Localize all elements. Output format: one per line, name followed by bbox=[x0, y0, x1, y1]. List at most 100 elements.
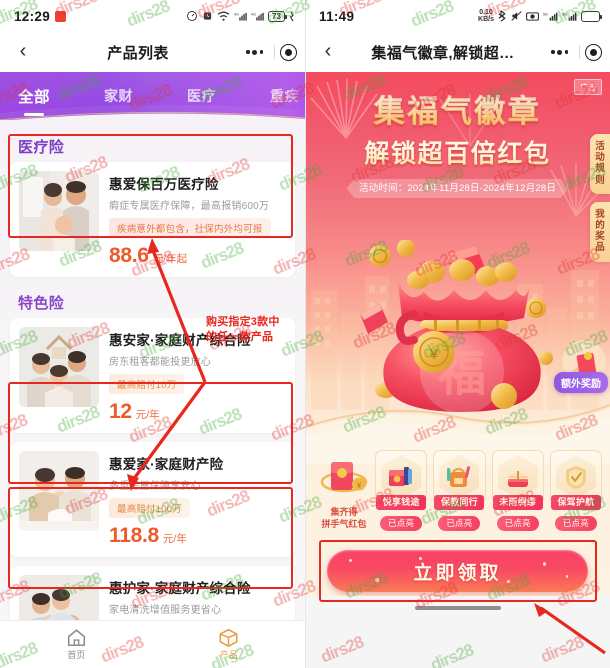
wifi-icon bbox=[217, 11, 230, 21]
sparkle-icon bbox=[542, 562, 546, 566]
product-card-huianjia[interactable]: 惠安家·家庭财产综合险 房东租客都能投更放心 最高赔付10万 12 元/年 bbox=[10, 318, 295, 433]
svg-text:¥: ¥ bbox=[356, 481, 362, 490]
tab-all[interactable]: 全部 bbox=[18, 85, 50, 107]
product-desc: 家电清洗增值服务更省心 bbox=[109, 605, 222, 616]
bottom-tab-product[interactable]: 产品 bbox=[153, 628, 306, 661]
hero-title: 集福气徽章 解锁超百倍红包 bbox=[305, 72, 610, 170]
badge-item[interactable]: 保教同行 已点亮 bbox=[433, 450, 486, 531]
badge-name: 保驾护航 bbox=[550, 495, 601, 510]
claim-now-button[interactable]: 立即领取 bbox=[327, 550, 588, 592]
umbrella-bowl-icon bbox=[506, 471, 529, 487]
bottom-tab-home[interactable]: 首页 bbox=[0, 628, 153, 661]
money-bag-illustration: 福 ¥ bbox=[358, 239, 558, 420]
signal-icon: 4G bbox=[251, 12, 264, 21]
hero-title-line-2: 解锁超百倍红包 bbox=[305, 134, 610, 170]
badge-name: 保教同行 bbox=[434, 495, 485, 510]
status-time: 11:49 bbox=[319, 8, 355, 24]
badge-item[interactable]: 悦享钱途 已点亮 bbox=[375, 450, 428, 531]
product-list-body[interactable]: 医疗险 惠爱保百万医疗险 瘕症专属医疗保障，最高报销600万 疾病意外都包含，社… bbox=[0, 120, 305, 668]
nav-divider bbox=[274, 45, 275, 59]
product-card-huiaijia[interactable]: 惠爱家·家庭财产险 多重房屋保障享安心 最高赔付100万 118.8 元/年 bbox=[10, 442, 295, 557]
product-tag: 最高赔付100万 bbox=[109, 498, 190, 518]
product-info: 惠安家·家庭财产综合险 房东租客都能投更放心 最高赔付10万 12 元/年 bbox=[109, 327, 285, 424]
nav-divider bbox=[579, 45, 580, 59]
hero-title-line-1: 集福气徽章 bbox=[305, 86, 610, 131]
bottom-tab-label: 产品 bbox=[219, 650, 238, 660]
sparkle-icon bbox=[375, 578, 379, 582]
nav-capsule bbox=[240, 43, 297, 61]
badge-state[interactable]: 已点亮 bbox=[438, 516, 481, 531]
home-icon bbox=[67, 629, 85, 647]
status-time: 12:29 bbox=[14, 8, 51, 24]
campaign-page-body[interactable]: 广告 活动规则 我的奖品 集福气徽章 解锁超百倍红包 活动时间：2024年11月… bbox=[305, 72, 610, 668]
back-button[interactable]: ‹ bbox=[315, 41, 341, 64]
badge-collect-hint: ¥ 集齐得 拼手气红包 bbox=[313, 450, 375, 530]
bluetooth-icon bbox=[498, 10, 506, 22]
badge-hex-inner bbox=[555, 455, 596, 499]
more-dots-icon[interactable] bbox=[545, 47, 574, 58]
badge-item[interactable]: 未雨绸缪 已点亮 bbox=[491, 450, 544, 531]
sparkle-icon bbox=[565, 575, 568, 578]
back-button[interactable]: ‹ bbox=[10, 41, 36, 64]
badge-hint-line-1: 集齐得 bbox=[330, 507, 358, 517]
ad-label: 广告 bbox=[574, 79, 602, 95]
home-indicator[interactable] bbox=[414, 606, 501, 610]
svg-text:5G: 5G bbox=[543, 12, 548, 16]
cube-icon bbox=[219, 628, 238, 647]
badge-state[interactable]: 已点亮 bbox=[380, 516, 423, 531]
svg-text:5G: 5G bbox=[562, 12, 567, 16]
category-tab-bar: 全部 家财 医疗 重疾 齿科 bbox=[0, 72, 305, 120]
badge-state[interactable]: 已点亮 bbox=[496, 516, 539, 531]
battery-icon bbox=[581, 10, 602, 22]
svg-text:4G: 4G bbox=[251, 12, 256, 16]
product-desc: 多重房屋保障享安心 bbox=[109, 481, 201, 492]
product-price: 12 元/年 bbox=[109, 400, 285, 424]
left-phone-screen: 12:29 4G 4G 73 ‹ 产品列表 全部 家财 医疗 重疾 医疗险 惠爱… bbox=[0, 0, 305, 668]
side-tab-rules[interactable]: 活动规则 bbox=[590, 134, 610, 194]
net-speed-unit: KB/s bbox=[478, 16, 494, 23]
page-title: 产品列表 bbox=[107, 44, 169, 62]
red-envelope-icon bbox=[359, 304, 388, 334]
screenshot-stage: 12:29 4G 4G 73 ‹ 产品列表 全部 家财 医疗 重疾 医疗险 惠爱… bbox=[0, 0, 610, 668]
sparkle-icon bbox=[419, 557, 422, 560]
section-featured: 特色险 惠安家·家庭财产综合险 房东租客都能投更放心 最高赔付10万 12 元/… bbox=[10, 286, 295, 668]
camera-icon bbox=[526, 11, 539, 21]
product-info: 惠爱家·家庭财产险 多重房屋保障享安心 最高赔付100万 118.8 元/年 bbox=[109, 451, 285, 548]
product-name: 惠安家·家庭财产综合险 bbox=[109, 333, 251, 348]
badge-hex-inner bbox=[497, 455, 538, 499]
badge-items: 悦享钱途 已点亮 保教同行 已点亮 未雨绸缪 已点亮 保驾护航 已点亮 bbox=[375, 450, 602, 531]
signal-icon: 5G bbox=[562, 12, 577, 21]
product-desc: 瘕症专属医疗保障，最高报销600万 bbox=[109, 201, 270, 212]
product-tag: 疾病意外都包含，社保内外均可报 bbox=[109, 218, 271, 238]
extra-reward-button[interactable]: 额外奖励 bbox=[554, 372, 608, 393]
cta-wrapper: 立即领取 bbox=[305, 550, 610, 592]
product-price: 118.8 元/年 bbox=[109, 524, 285, 548]
badge-state[interactable]: 已点亮 bbox=[554, 516, 597, 531]
signal-icon: 5G bbox=[543, 12, 558, 21]
badge-item[interactable]: 保驾护航 已点亮 bbox=[549, 450, 602, 531]
bottom-tab-label: 首页 bbox=[67, 650, 86, 660]
target-icon[interactable] bbox=[585, 43, 602, 61]
section-title-medical: 医疗险 bbox=[18, 139, 65, 156]
tab-medical[interactable]: 医疗 bbox=[187, 86, 216, 106]
vibrate-icon bbox=[289, 11, 294, 21]
tab-property[interactable]: 家财 bbox=[104, 86, 133, 106]
price-value: 118.8 bbox=[109, 524, 159, 547]
more-dots-icon[interactable] bbox=[240, 47, 269, 58]
svg-text:¥: ¥ bbox=[428, 346, 438, 363]
side-tab-group: 活动规则 我的奖品 bbox=[590, 134, 610, 270]
badge-hex-inner bbox=[439, 455, 480, 499]
price-value: 88.6 bbox=[109, 244, 149, 267]
target-icon[interactable] bbox=[280, 43, 297, 61]
product-desc: 房东租客都能投更放心 bbox=[109, 357, 211, 368]
price-unit: 元/年 bbox=[135, 409, 160, 421]
product-card-huiaibao[interactable]: 惠爱保百万医疗险 瘕症专属医疗保障，最高报销600万 疾病意外都包含，社保内外均… bbox=[10, 162, 295, 277]
sparkle-icon bbox=[349, 559, 352, 562]
side-tab-my-prizes[interactable]: 我的奖品 bbox=[590, 201, 610, 262]
badge-hint-line-2: 拼手气红包 bbox=[321, 519, 367, 530]
family-heart-icon bbox=[19, 327, 99, 407]
product-price: 88.6 元/年起 bbox=[109, 244, 285, 268]
product-thumbnail bbox=[19, 171, 99, 251]
product-name: 惠护家·家庭财产综合险 bbox=[109, 581, 251, 596]
right-bottom-bar bbox=[305, 596, 610, 668]
